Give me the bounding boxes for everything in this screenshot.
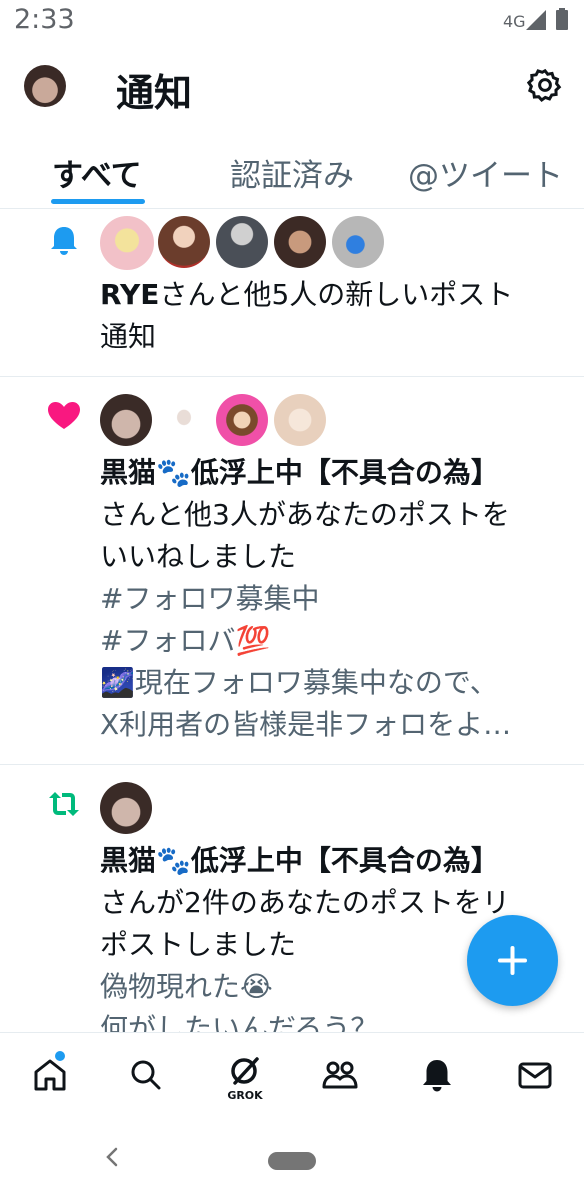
plus-icon [498,946,527,975]
notification-like[interactable]: 黒猫🐾低浮上中【不具合の為】 さんと他3人があなたのポストを いいねしました #… [0,376,584,765]
grok-icon[interactable] [225,1051,265,1091]
avatar[interactable] [274,216,326,268]
back-chevron-icon[interactable] [104,1146,120,1168]
notification-text: RYEさんと他5人の新しいポスト 通知 [100,274,570,358]
user-name[interactable]: 黒猫🐾低浮上中【不具合の為】 [100,456,499,489]
notification-message: さんと他5人の新しいポスト [159,278,514,311]
avatar[interactable] [100,782,152,834]
avatar[interactable] [158,216,210,268]
notification-tabs: すべて 認証済み @ツイート [0,134,584,209]
notification-new-posts[interactable]: RYEさんと他5人の新しいポスト 通知 [0,208,584,377]
user-name[interactable]: 黒猫🐾低浮上中【不具合の為】 [100,844,499,877]
profile-avatar-button[interactable] [24,65,66,107]
signal-icon [526,10,546,30]
avatar[interactable] [274,394,326,446]
post-preview-line: #フォロバ💯 [100,624,271,657]
repost-icon [49,792,79,816]
post-preview-line: X利用者の皆様是非フォロをよ… [100,708,512,741]
avatar[interactable] [100,394,152,446]
notification-text: 黒猫🐾低浮上中【不具合の為】 さんと他3人があなたのポストを いいねしました #… [100,452,570,746]
battery-icon [556,8,568,30]
post-preview-line: #フォロワ募集中 [100,582,320,615]
tab-mentions[interactable]: @ツイート [408,150,563,195]
page-title: 通知 [116,71,193,115]
tab-verified[interactable]: 認証済み [230,150,354,195]
search-icon[interactable] [126,1055,166,1095]
unread-dot [55,1051,65,1061]
tab-all[interactable]: すべて [52,150,142,195]
post-preview-line: 🌌現在フォロワ募集中なので、 [100,666,498,699]
post-preview-line: 何がしたいんだろう？ [100,1012,379,1033]
avatar[interactable] [100,216,154,270]
avatar[interactable] [332,216,384,268]
top-app-bar: 通知 [0,44,584,134]
heart-icon [48,402,80,429]
avatar[interactable] [158,394,210,446]
notifications-icon[interactable] [417,1055,457,1095]
user-name[interactable]: RYE [100,278,159,311]
notification-message: さんと他3人があなたのポストを [100,498,510,531]
home-gesture-pill[interactable] [268,1152,316,1170]
communities-icon[interactable] [320,1055,360,1095]
notification-message-cont: いいねしました [100,540,297,573]
grok-label: GROK [227,1089,263,1102]
system-navigation-bar [0,1116,584,1200]
network-type: 4G [503,12,526,31]
bell-icon [51,227,77,255]
bottom-navigation: GROK [0,1032,584,1117]
settings-gear-icon[interactable] [527,67,563,103]
avatar[interactable] [216,216,268,268]
messages-icon[interactable] [515,1055,555,1095]
status-bar: 2:33 4G [0,0,584,44]
notification-message-cont: 通知 [100,320,157,353]
home-icon[interactable] [30,1055,70,1095]
avatar[interactable] [216,394,268,446]
active-tab-indicator [51,199,145,204]
compose-post-button[interactable] [467,915,558,1006]
status-time: 2:33 [14,4,75,35]
